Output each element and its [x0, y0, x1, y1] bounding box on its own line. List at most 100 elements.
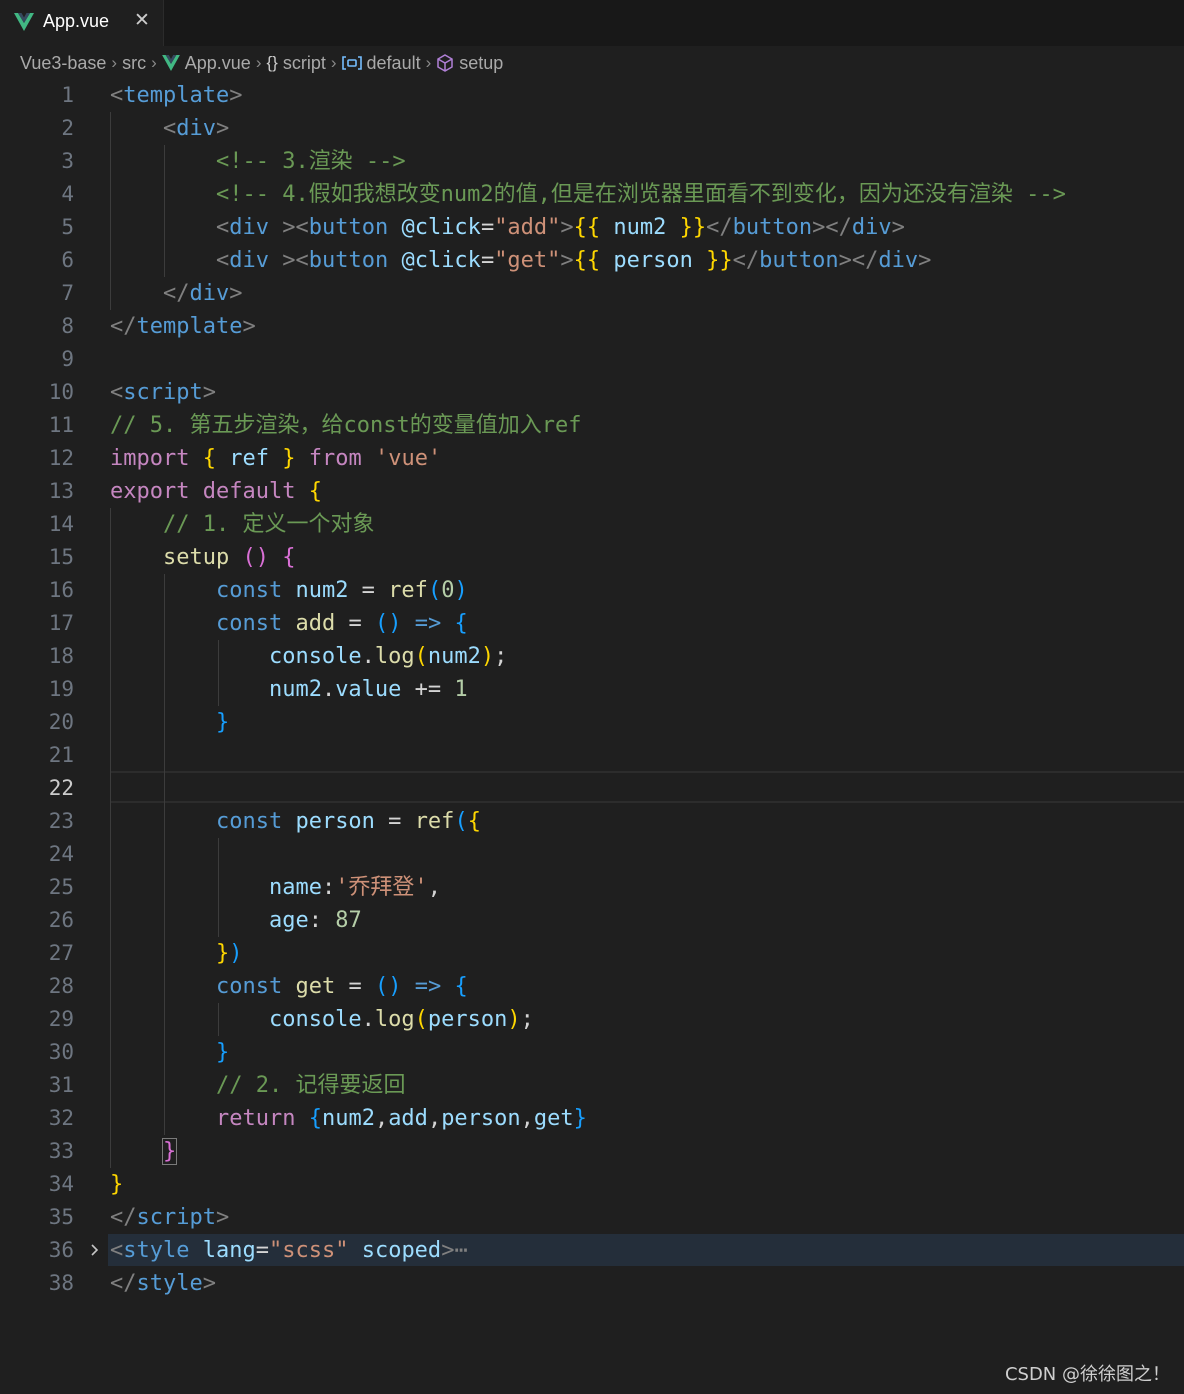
breadcrumb-item-default[interactable]: default [367, 53, 421, 74]
close-icon[interactable]: ✕ [134, 9, 150, 31]
code-text: age: 87 [110, 904, 362, 937]
code-line[interactable]: 22 [0, 772, 1184, 805]
breadcrumb-item-setup[interactable]: setup [459, 53, 503, 74]
code-token: } [110, 1172, 124, 1197]
code-line[interactable]: 27 }) [0, 937, 1184, 970]
line-number: 35 [48, 1205, 74, 1229]
code-token: , [427, 875, 441, 900]
code-line[interactable]: 33 } [0, 1135, 1184, 1168]
breadcrumb: Vue3-base › src › App.vue › {} script › … [20, 50, 503, 76]
tab-bar: App.vue ✕ [0, 0, 1184, 46]
code-line[interactable]: 28 const get = () => { [0, 970, 1184, 1003]
code-line[interactable]: 13 export default { [0, 475, 1184, 508]
code-token: @click [401, 248, 481, 273]
code-line[interactable]: 34} [0, 1168, 1184, 1201]
code-line[interactable]: 24 [0, 838, 1184, 871]
code-line[interactable]: 9 [0, 343, 1184, 376]
code-line[interactable]: 35 </script> [0, 1201, 1184, 1234]
line-number: 36 [48, 1238, 74, 1262]
code-line[interactable]: 15 setup () { [0, 541, 1184, 574]
code-token: ( [427, 578, 442, 603]
code-token: div [189, 281, 230, 306]
code-line[interactable]: 5 <div ><button @click="add">{{ num2 }}<… [0, 211, 1184, 244]
code-token: num2 [613, 215, 667, 240]
code-line[interactable]: 11 // 5. 第五步渲染，给const的变量值加入ref [0, 409, 1184, 442]
code-token: add [388, 1106, 428, 1131]
code-line[interactable]: 10 <script> [0, 376, 1184, 409]
breadcrumb-item-file[interactable]: App.vue [185, 53, 251, 74]
code-line[interactable]: 12 import { ref } from 'vue' [0, 442, 1184, 475]
code-token: { [282, 545, 296, 570]
code-token: ></ [812, 215, 852, 240]
code-line[interactable]: 26 age: 87 [0, 904, 1184, 937]
code-line[interactable]: 6 <div ><button @click="get">{{ person }… [0, 244, 1184, 277]
line-number: 24 [48, 842, 74, 866]
code-token: age [268, 908, 309, 933]
code-line[interactable]: 20 } [0, 706, 1184, 739]
code-line[interactable]: 19 num2.value += 1 [0, 673, 1184, 706]
code-token: > [560, 248, 574, 273]
code-token: = [335, 974, 375, 999]
code-token: > [229, 281, 243, 306]
line-number: 8 [61, 314, 74, 338]
breadcrumb-item-folder[interactable]: src [122, 53, 146, 74]
code-token: 1 [454, 677, 468, 702]
code-token: > [229, 83, 243, 108]
code-line[interactable]: 38 </style> [0, 1267, 1184, 1300]
code-text: } [110, 706, 229, 739]
code-line[interactable]: 31 // 2. 记得要返回 [0, 1069, 1184, 1102]
code-token: < [215, 248, 230, 273]
code-line[interactable]: 17 const add = () => { [0, 607, 1184, 640]
code-line[interactable]: 25 name:'乔拜登', [0, 871, 1184, 904]
line-number: 3 [61, 149, 74, 173]
code-token: person [441, 1106, 521, 1131]
code-line[interactable]: 8 </template> [0, 310, 1184, 343]
line-number: 29 [48, 1007, 74, 1031]
code-line[interactable]: 4 <!-- 4.假如我想改变num2的值,但是在浏览器里面看不到变化，因为还没… [0, 178, 1184, 211]
code-token: < [110, 1238, 124, 1263]
code-line[interactable]: 2 <div> [0, 112, 1184, 145]
tab-app-vue[interactable]: App.vue ✕ [0, 0, 164, 46]
code-token: ; [520, 1007, 534, 1032]
code-line[interactable]: 1 <template> [0, 79, 1184, 112]
code-text: // 2. 记得要返回 [110, 1069, 405, 1102]
code-token: add [295, 611, 336, 636]
code-text: // 5. 第五步渲染，给const的变量值加入ref [110, 409, 581, 442]
code-line[interactable]: 29 console.log(person); [0, 1003, 1184, 1036]
code-token: ref [229, 446, 269, 471]
line-number: 38 [48, 1271, 74, 1295]
code-token: </ [706, 215, 733, 240]
code-line[interactable]: 16 const num2 = ref(0) [0, 574, 1184, 607]
code-token: num2 [268, 677, 322, 702]
code-line[interactable]: 7 </div> [0, 277, 1184, 310]
code-line[interactable]: 32 return {num2,add,person,get} [0, 1102, 1184, 1135]
code-line[interactable]: 14 // 1. 定义一个对象 [0, 508, 1184, 541]
code-line[interactable]: 3 <!-- 3.渲染 --> [0, 145, 1184, 178]
breadcrumb-item-project[interactable]: Vue3-base [20, 53, 106, 74]
breadcrumb-item-script[interactable]: script [283, 53, 326, 74]
code-line[interactable]: 18 console.log(num2); [0, 640, 1184, 673]
code-text: name:'乔拜登', [110, 871, 441, 904]
code-token: <!-- 3.渲染 --> [215, 149, 406, 174]
code-line[interactable]: 21 [0, 739, 1184, 772]
code-line[interactable]: 30 } [0, 1036, 1184, 1069]
code-line[interactable]: 23 const person = ref({ [0, 805, 1184, 838]
code-token: ( [414, 1007, 428, 1032]
code-token: => [414, 974, 442, 999]
code-line[interactable]: 36 <style lang="scss" scoped>⋯ [0, 1234, 1184, 1267]
code-token: = [374, 809, 415, 834]
line-number: 15 [48, 545, 74, 569]
